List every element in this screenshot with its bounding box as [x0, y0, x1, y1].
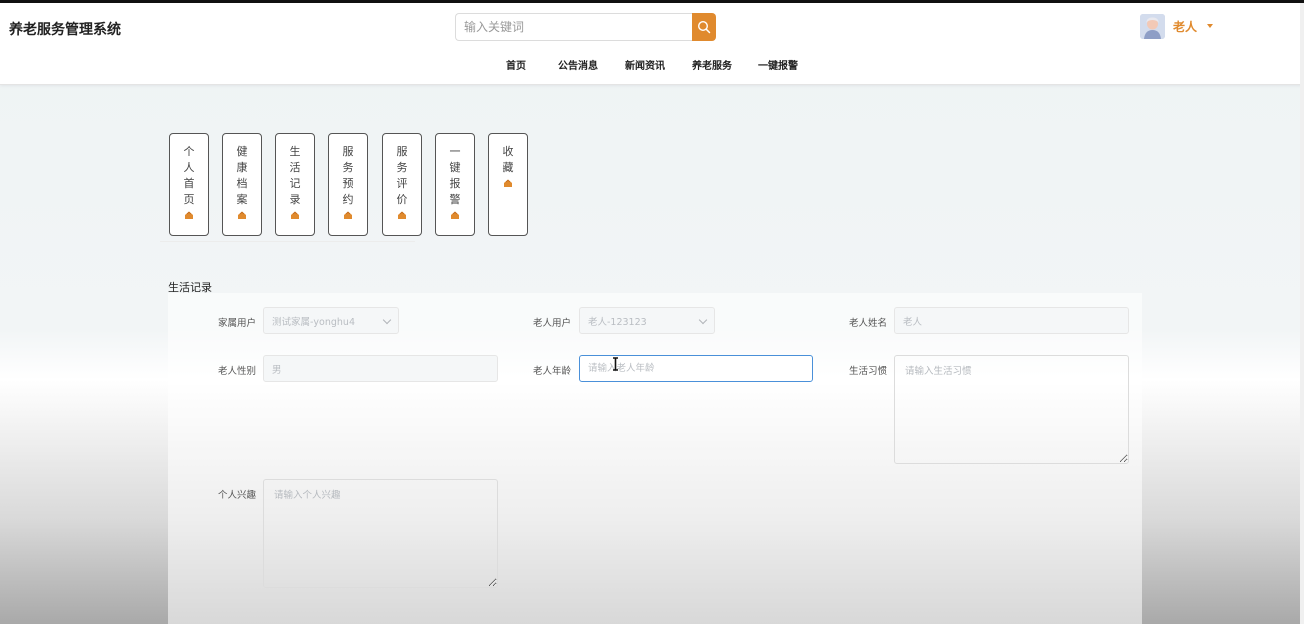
nav-news[interactable]: 新闻资讯 — [625, 57, 692, 72]
elder-user-value: 老人-123123 — [588, 316, 647, 328]
house-icon — [451, 211, 459, 219]
nav-announcements[interactable]: 公告消息 — [558, 57, 625, 72]
tabs-divider — [160, 241, 415, 242]
tab-health-records[interactable]: 健康档案 — [222, 133, 262, 236]
elder-gender-label: 老人性别 — [217, 366, 256, 377]
nav-emergency-alarm[interactable]: 一键报警 — [758, 57, 798, 72]
tab-label: 服务评价 — [396, 145, 408, 206]
elder-user-label: 老人用户 — [532, 318, 571, 329]
user-name: 老人 — [1173, 19, 1198, 34]
interests-label: 个人兴趣 — [217, 490, 256, 501]
search-button[interactable] — [692, 13, 716, 41]
house-icon — [398, 211, 406, 219]
elder-name-field[interactable]: 老人 — [894, 307, 1129, 334]
elder-name-label: 老人姓名 — [848, 318, 887, 329]
house-icon — [504, 179, 512, 187]
house-icon — [291, 211, 299, 219]
chevron-down-icon — [1207, 24, 1214, 28]
tab-label: 服务预约 — [342, 145, 354, 206]
nav-elderly-service[interactable]: 养老服务 — [692, 57, 758, 72]
chevron-down-icon — [698, 315, 708, 325]
search-bar — [455, 13, 716, 41]
scrollbar[interactable] — [1300, 3, 1304, 624]
text-cursor-icon — [613, 357, 618, 371]
family-user-label: 家属用户 — [217, 318, 256, 329]
tab-label: 收藏 — [502, 145, 514, 174]
tab-personal-home[interactable]: 个人首页 — [169, 133, 209, 236]
tab-label: 个人首页 — [183, 145, 195, 206]
chevron-down-icon — [382, 315, 392, 325]
tab-emergency-alarm[interactable]: 一键报警 — [435, 133, 475, 236]
elder-age-label: 老人年龄 — [532, 366, 571, 377]
user-menu[interactable]: 老人 — [1140, 11, 1214, 41]
house-icon — [185, 211, 193, 219]
tab-service-review[interactable]: 服务评价 — [382, 133, 422, 236]
family-user-select[interactable]: 测试家属-yonghu4 — [263, 307, 399, 334]
habits-label: 生活习惯 — [848, 366, 887, 377]
search-input[interactable] — [455, 13, 692, 41]
elder-user-select[interactable]: 老人-123123 — [579, 307, 715, 334]
tab-life-records[interactable]: 生活记录 — [275, 133, 315, 236]
search-icon — [697, 20, 711, 34]
elder-name-value: 老人 — [903, 316, 923, 328]
elder-gender-value: 男 — [272, 364, 282, 376]
interests-textarea[interactable] — [263, 479, 498, 588]
tab-label: 生活记录 — [289, 145, 301, 206]
header: 养老服务管理系统 老人 首页 公告消息 新闻资讯 养老服务 一键报警 — [0, 3, 1304, 85]
habits-textarea[interactable] — [894, 355, 1129, 464]
app-title: 养老服务管理系统 — [9, 22, 121, 38]
elder-gender-field[interactable]: 男 — [263, 355, 498, 382]
main-nav: 首页 公告消息 新闻资讯 养老服务 一键报警 — [500, 57, 798, 72]
tab-service-booking[interactable]: 服务预约 — [328, 133, 368, 236]
family-user-value: 测试家属-yonghu4 — [272, 316, 355, 328]
avatar — [1140, 13, 1165, 39]
house-icon — [344, 211, 352, 219]
tab-favorites[interactable]: 收藏 — [488, 133, 528, 236]
nav-home[interactable]: 首页 — [500, 57, 558, 72]
tab-label: 一键报警 — [449, 145, 461, 206]
tab-label: 健康档案 — [236, 145, 248, 206]
house-icon — [238, 211, 246, 219]
